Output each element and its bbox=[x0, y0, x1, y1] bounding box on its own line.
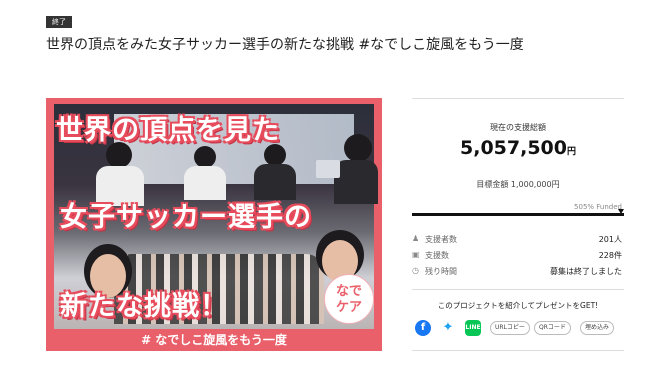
stat-time-left: ◷ 残り時間 募集は終了しました bbox=[412, 266, 624, 280]
progress-bar bbox=[412, 209, 624, 216]
page-title: 世界の頂点をみた女子サッカー選手の新たな挑戦 #なでしこ旋風をもう一度 bbox=[46, 37, 524, 53]
embed-label: 埋め込み bbox=[585, 324, 610, 331]
raised-amount-value: 5,057,500 bbox=[460, 137, 567, 159]
progress-marker-icon bbox=[618, 209, 624, 214]
stat-value: 228件 bbox=[598, 251, 622, 260]
nadecare-badge: なで ケア bbox=[324, 274, 374, 324]
qr-code-label: QRコード bbox=[539, 324, 566, 331]
panel-divider-top bbox=[412, 98, 624, 99]
speaker-head bbox=[194, 146, 216, 168]
line-icon[interactable]: LINE bbox=[465, 320, 481, 336]
url-copy-button[interactable]: URLコピー bbox=[490, 321, 530, 335]
stat-value: 募集は終了しました bbox=[550, 267, 622, 276]
goal-amount: 目標金額 1,000,000円 bbox=[476, 180, 560, 189]
stat-label: 残り時間 bbox=[425, 267, 457, 276]
share-title: このプロジェクトを紹介してプレゼントをGET! bbox=[437, 301, 599, 310]
url-copy-label: URLコピー bbox=[495, 324, 525, 331]
panel-divider bbox=[412, 289, 624, 290]
panel-divider-bottom bbox=[412, 350, 624, 351]
stat-supporters: ♟ 支援者数 201人 bbox=[412, 234, 624, 248]
speaker-head bbox=[264, 144, 286, 166]
funded-percent: 505% Funded bbox=[574, 203, 622, 211]
status-badge: 終了 bbox=[46, 16, 72, 28]
speaker-head bbox=[344, 134, 372, 162]
embed-button[interactable]: 埋め込み bbox=[580, 321, 615, 335]
hero-caption: # なでしこ旋風をもう一度 bbox=[46, 329, 382, 351]
stat-label: 支援数 bbox=[425, 251, 449, 260]
hero-headline-1: 世界の頂点を見た bbox=[56, 115, 280, 146]
raised-amount: 5,057,500円 bbox=[412, 137, 624, 159]
hero-headline-2: 女子サッカー選手の bbox=[60, 202, 312, 233]
speaker-body bbox=[334, 160, 378, 204]
facebook-icon[interactable]: f bbox=[415, 320, 431, 336]
nadecare-badge-text: なで ケア bbox=[335, 284, 362, 315]
twitter-icon[interactable]: ✦ bbox=[440, 320, 456, 336]
hero-headline-3: 新たな挑戦！ bbox=[60, 291, 228, 322]
hero-image: 世界の頂点を見た 女子サッカー選手の 新たな挑戦！ なで ケア # なでしこ旋風… bbox=[46, 98, 382, 351]
people-icon: ♟ bbox=[412, 234, 420, 243]
stat-label: 支援者数 bbox=[425, 235, 457, 244]
stat-pledges: ▣ 支援数 228件 bbox=[412, 250, 624, 264]
clock-icon: ◷ bbox=[412, 266, 419, 275]
raised-label: 現在の支援総額 bbox=[490, 123, 546, 132]
gift-icon: ▣ bbox=[412, 250, 420, 259]
laptop bbox=[316, 160, 340, 178]
stat-value: 201人 bbox=[598, 235, 622, 244]
qr-code-button[interactable]: QRコード bbox=[534, 321, 571, 335]
progress-fill bbox=[412, 213, 624, 216]
raised-amount-unit: 円 bbox=[566, 147, 576, 157]
